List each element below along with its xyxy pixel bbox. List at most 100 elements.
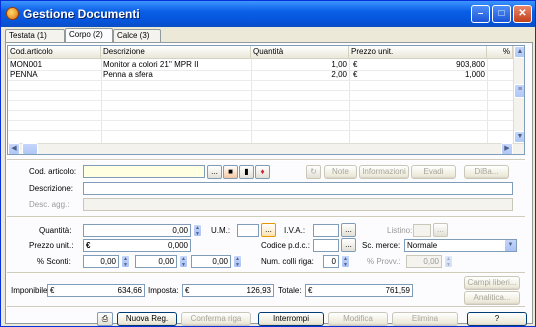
cod-articolo-input[interactable] (83, 165, 205, 178)
close-button[interactable]: ✕ (513, 5, 532, 23)
items-grid[interactable]: Cod.articolo Descrizione Quantità Prezzo… (7, 45, 525, 155)
desc-agg-label: Desc. agg.: (29, 200, 70, 209)
help-button[interactable]: ? (467, 312, 527, 326)
provv-spinner[interactable]: ▲ ▼ (444, 255, 453, 268)
listino-input[interactable] (413, 224, 431, 237)
diba-button[interactable]: DiBa... (464, 165, 509, 179)
cell-currency: € (353, 60, 358, 69)
elimina-button[interactable]: Elimina (392, 312, 458, 326)
codice-pdc-input[interactable] (313, 239, 339, 252)
divider (7, 216, 525, 218)
minimize-button[interactable]: – (471, 5, 490, 23)
tab-corpo[interactable]: Corpo (2) (65, 28, 113, 43)
nuova-reg-button[interactable]: Nuova Reg. (117, 312, 177, 326)
scroll-thumb[interactable]: ≡ (514, 84, 524, 98)
codice-pdc-browse-button[interactable]: ... (341, 238, 356, 252)
iva-browse-button[interactable]: ... (341, 223, 356, 237)
imponibile-currency: € (50, 286, 55, 295)
divider (7, 272, 525, 274)
iva-input[interactable] (313, 224, 339, 237)
sconto-1-input[interactable]: 0,00 (83, 255, 119, 268)
imponibile-label: Imponibile: (11, 286, 50, 295)
scroll-left-icon[interactable]: ◀ (8, 143, 20, 154)
codice-pdc-label: Codice p.d.c.: (261, 241, 310, 250)
browse-button[interactable]: ... (207, 165, 222, 179)
listino-browse-button[interactable]: ... (433, 223, 448, 237)
quantita-label: Quantità: (39, 226, 72, 235)
imponibile-value: 634,66 (117, 286, 142, 295)
imposta-field: € 126,93 (182, 284, 274, 297)
main-window: Gestione Documenti – □ ✕ Testata (1) Cor… (0, 0, 536, 327)
table-row[interactable]: PENNA Penna a sfera 2,00 € 1,000 (8, 70, 513, 80)
cell-quantity: 1,00 (331, 60, 347, 69)
vertical-scrollbar[interactable]: ▲ ≡ ▼ (513, 46, 524, 144)
barcode-icon[interactable]: ▮ (239, 165, 254, 179)
title-bar[interactable]: Gestione Documenti – □ ✕ (1, 1, 535, 27)
sconto-3-spinner[interactable]: ▲ ▼ (233, 255, 242, 268)
interrompi-button[interactable]: Interrompi (258, 312, 324, 326)
evadi-button[interactable]: Evadi (411, 165, 456, 179)
campi-liberi-button[interactable]: Campi liberi... (464, 276, 520, 290)
col-header-code[interactable]: Cod.articolo (8, 46, 101, 59)
cell-description: Penna a sfera (103, 70, 153, 79)
prezzo-label: Prezzo unit.: (29, 241, 74, 250)
cell-price: 903,800 (456, 60, 485, 69)
print-icon[interactable]: ⎙ (97, 312, 113, 326)
scroll-right-icon[interactable]: ▶ (501, 143, 513, 154)
sconto-2-input[interactable]: 0,00 (135, 255, 177, 268)
col-header-percent[interactable]: % (487, 46, 513, 59)
provv-input[interactable]: 0,00 (406, 255, 442, 268)
cod-articolo-label: Cod. articolo: (29, 167, 77, 176)
sc-merce-select[interactable]: Normale ▼ (404, 239, 517, 252)
colli-input[interactable]: 0 (323, 255, 339, 268)
horizontal-scrollbar[interactable]: ◀ ▶ (8, 143, 524, 154)
desc-agg-input[interactable] (83, 198, 513, 211)
sc-merce-value: Normale (407, 241, 438, 250)
cell-description: Monitor a colori 21'' MPR II (103, 60, 199, 69)
analitica-button[interactable]: Analitica... (464, 291, 520, 305)
maximize-button[interactable]: □ (492, 5, 511, 23)
um-label: U.M.: (211, 226, 231, 235)
conferma-riga-button[interactable]: Conferma riga (181, 312, 251, 326)
informazioni-button[interactable]: Informazioni (359, 165, 409, 179)
tab-testata[interactable]: Testata (1) (5, 29, 65, 43)
quantita-spinner[interactable]: ▲ ▼ (193, 224, 202, 237)
modifica-button[interactable]: Modifica (328, 312, 388, 326)
col-header-description[interactable]: Descrizione (101, 46, 251, 59)
imposta-label: Imposta: (148, 286, 179, 295)
scroll-down-icon[interactable]: ▼ (514, 131, 524, 143)
cell-code: PENNA (10, 70, 38, 79)
tab-calce[interactable]: Calce (3) (113, 29, 161, 43)
col-header-price[interactable]: Prezzo unit. (349, 46, 487, 59)
prezzo-value: 0,000 (167, 241, 188, 250)
colli-spinner[interactable]: ▲ ▼ (341, 255, 350, 268)
sconto-2-spinner[interactable]: ▲ ▼ (179, 255, 188, 268)
grid-header: Cod.articolo Descrizione Quantità Prezzo… (8, 46, 513, 59)
totale-label: Totale: (278, 286, 302, 295)
prezzo-input[interactable]: € 0,000 (83, 239, 191, 252)
link-icon[interactable]: ♦ (255, 165, 270, 179)
table-row[interactable]: MON001 Monitor a colori 21'' MPR II 1,00… (8, 60, 513, 70)
sconto-1-spinner[interactable]: ▲ ▼ (121, 255, 130, 268)
sconto-3-input[interactable]: 0,00 (191, 255, 231, 268)
quantita-input[interactable]: 0,00 (83, 224, 191, 237)
descrizione-label: Descrizione: (29, 184, 74, 193)
totale-value: 761,59 (385, 286, 410, 295)
product-icon[interactable]: ■ (223, 165, 238, 179)
cell-price: 1,000 (464, 70, 485, 79)
chevron-down-icon[interactable]: ▼ (505, 240, 516, 251)
um-browse-button[interactable]: ... (261, 223, 276, 237)
note-button[interactable]: Note (324, 165, 357, 179)
imponibile-field: € 634,66 (47, 284, 145, 297)
window-title: Gestione Documenti (23, 7, 140, 21)
listino-label: Listino: (387, 226, 413, 235)
descrizione-input[interactable] (83, 182, 513, 195)
hscroll-thumb[interactable] (22, 143, 38, 154)
sc-merce-label: Sc. merce: (362, 241, 401, 250)
cell-code: MON001 (10, 60, 43, 69)
cell-currency: € (353, 70, 358, 79)
totale-currency: € (308, 286, 313, 295)
um-input[interactable] (237, 224, 259, 237)
col-header-quantity[interactable]: Quantità (251, 46, 349, 59)
scroll-up-icon[interactable]: ▲ (514, 46, 524, 58)
